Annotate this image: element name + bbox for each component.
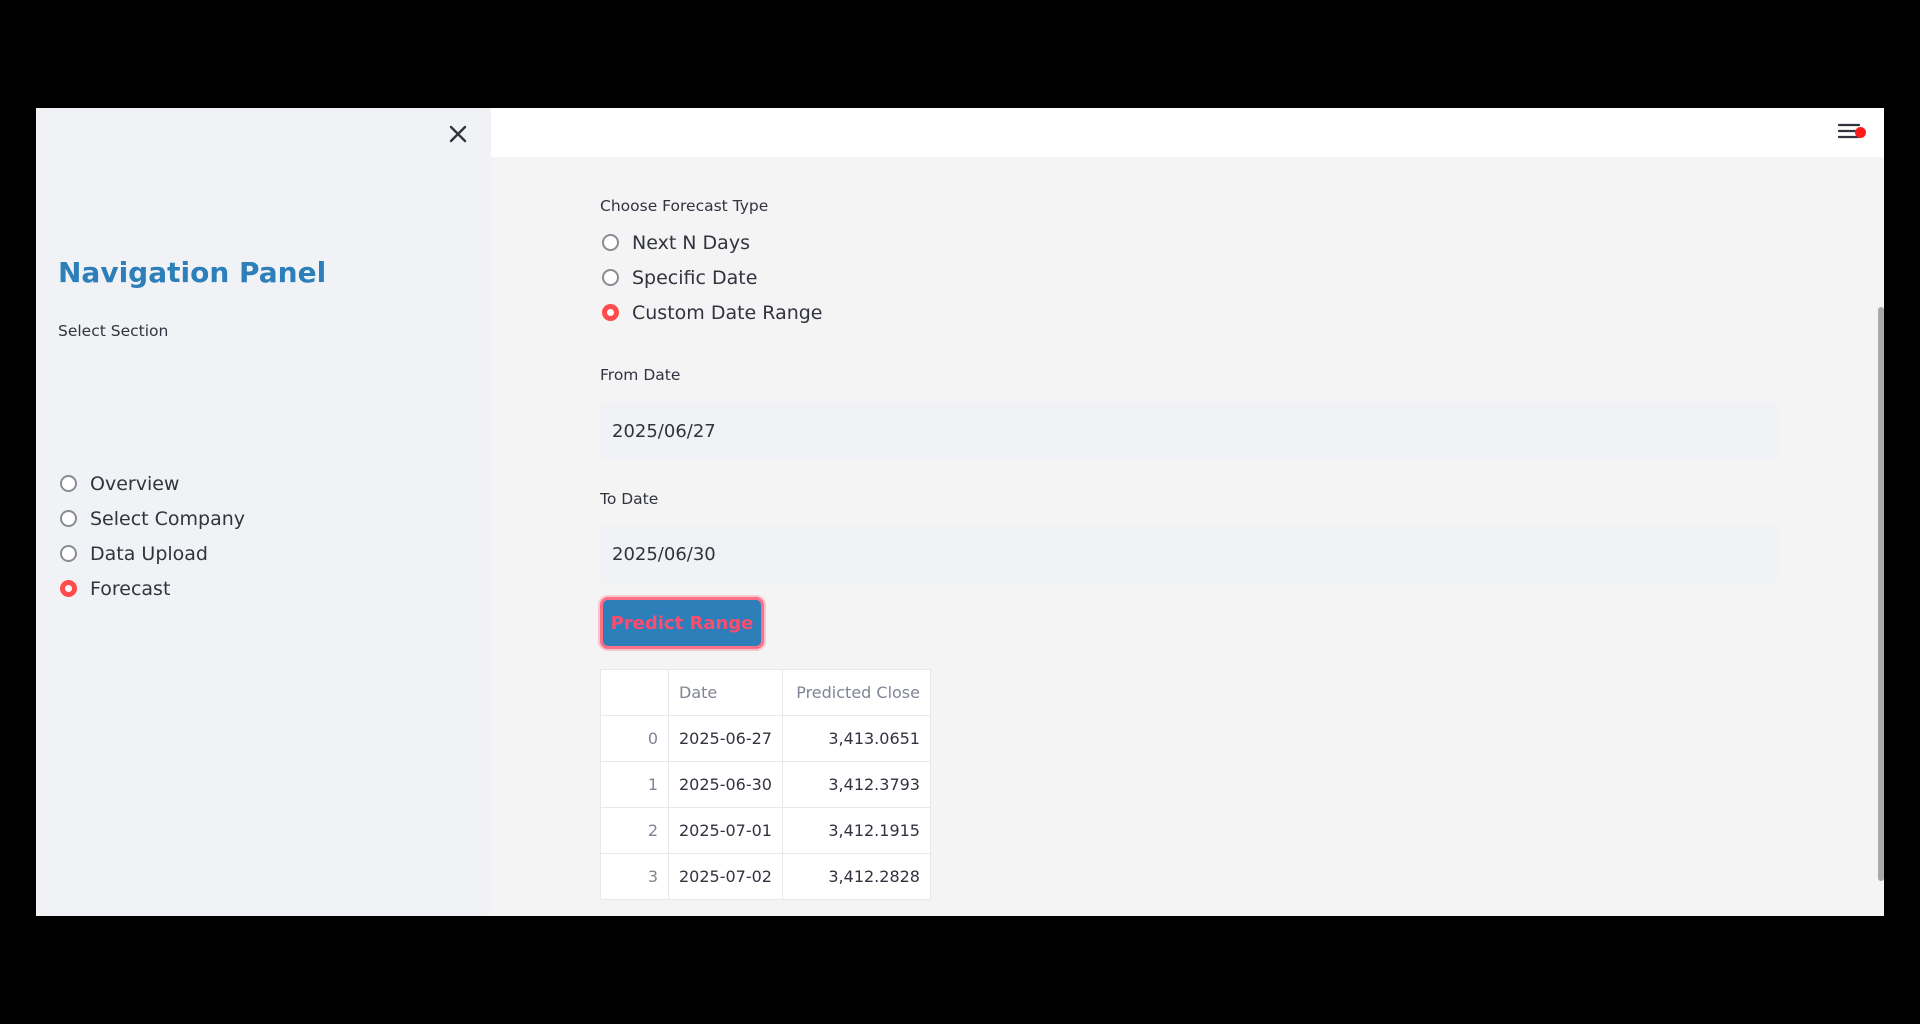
forecast-type-label: Choose Forecast Type — [600, 197, 769, 215]
forecast-type-label: Specific Date — [632, 266, 758, 289]
row-predicted-close: 3,412.1915 — [781, 807, 931, 854]
section-option-label: Overview — [90, 472, 180, 495]
row-date: 2025-06-27 — [668, 715, 783, 762]
row-date: 2025-07-02 — [668, 853, 783, 900]
from-date-label: From Date — [600, 366, 681, 384]
forecast-type-label: Custom Date Range — [632, 301, 823, 324]
row-index: 3 — [600, 853, 669, 900]
main-content: Choose Forecast Type Next N Days Specifi… — [491, 157, 1884, 916]
section-radio-group: Overview Select Company Data Upload Fore… — [60, 466, 245, 606]
table-row: 0 2025-06-27 3,413.0651 — [600, 715, 931, 762]
radio-circle[interactable] — [60, 545, 77, 562]
notification-dot-icon — [1855, 127, 1866, 138]
table-row: 3 2025-07-02 3,412.2828 — [600, 853, 931, 900]
section-select-label: Select Section — [58, 322, 169, 340]
to-date-input[interactable] — [600, 525, 1779, 583]
radio-circle[interactable] — [602, 269, 619, 286]
row-index: 1 — [600, 761, 669, 808]
row-date: 2025-06-30 — [668, 761, 783, 808]
section-option-forecast[interactable]: Forecast — [60, 571, 245, 606]
index-column-header — [600, 669, 669, 716]
row-index: 0 — [600, 715, 669, 762]
section-option-label: Select Company — [90, 507, 246, 530]
close-sidebar-button[interactable] — [442, 118, 474, 150]
radio-circle-selected[interactable] — [602, 304, 619, 321]
main-menu-button[interactable] — [1838, 118, 1868, 146]
predict-range-button[interactable]: Predict Range — [600, 597, 764, 649]
row-predicted-close: 3,412.3793 — [781, 761, 931, 808]
row-date: 2025-07-01 — [668, 807, 783, 854]
from-date-input[interactable] — [600, 402, 1779, 460]
forecast-type-custom-date-range[interactable]: Custom Date Range — [602, 295, 823, 330]
section-option-data-upload[interactable]: Data Upload — [60, 536, 245, 571]
section-option-label: Data Upload — [90, 542, 208, 565]
radio-circle[interactable] — [60, 475, 77, 492]
forecast-type-radio-group: Next N Days Specific Date Custom Date Ra… — [602, 225, 823, 330]
radio-circle[interactable] — [602, 234, 619, 251]
close-icon — [449, 125, 467, 143]
table-row: 1 2025-06-30 3,412.3793 — [600, 761, 931, 808]
table-row: 2 2025-07-01 3,412.1915 — [600, 807, 931, 854]
sidebar: Navigation Panel Select Section Overview… — [36, 108, 491, 916]
forecast-type-specific-date[interactable]: Specific Date — [602, 260, 823, 295]
radio-circle[interactable] — [60, 510, 77, 527]
sidebar-title: Navigation Panel — [58, 256, 327, 289]
forecast-type-next-n-days[interactable]: Next N Days — [602, 225, 823, 260]
table-header-row: Date Predicted Close — [600, 669, 931, 716]
forecast-type-label: Next N Days — [632, 231, 750, 254]
radio-circle-selected[interactable] — [60, 580, 77, 597]
forecast-results-table: Date Predicted Close 0 2025-06-27 3,413.… — [600, 669, 931, 900]
to-date-label: To Date — [600, 490, 659, 508]
row-predicted-close: 3,413.0651 — [781, 715, 931, 762]
section-option-select-company[interactable]: Select Company — [60, 501, 245, 536]
app-window: Navigation Panel Select Section Overview… — [36, 108, 1884, 916]
row-index: 2 — [600, 807, 669, 854]
section-option-overview[interactable]: Overview — [60, 466, 245, 501]
row-predicted-close: 3,412.2828 — [781, 853, 931, 900]
predicted-close-column-header[interactable]: Predicted Close — [781, 669, 931, 716]
top-header — [491, 108, 1884, 157]
section-option-label: Forecast — [90, 577, 171, 600]
main-scrollbar[interactable] — [1878, 307, 1884, 881]
date-column-header[interactable]: Date — [668, 669, 783, 716]
